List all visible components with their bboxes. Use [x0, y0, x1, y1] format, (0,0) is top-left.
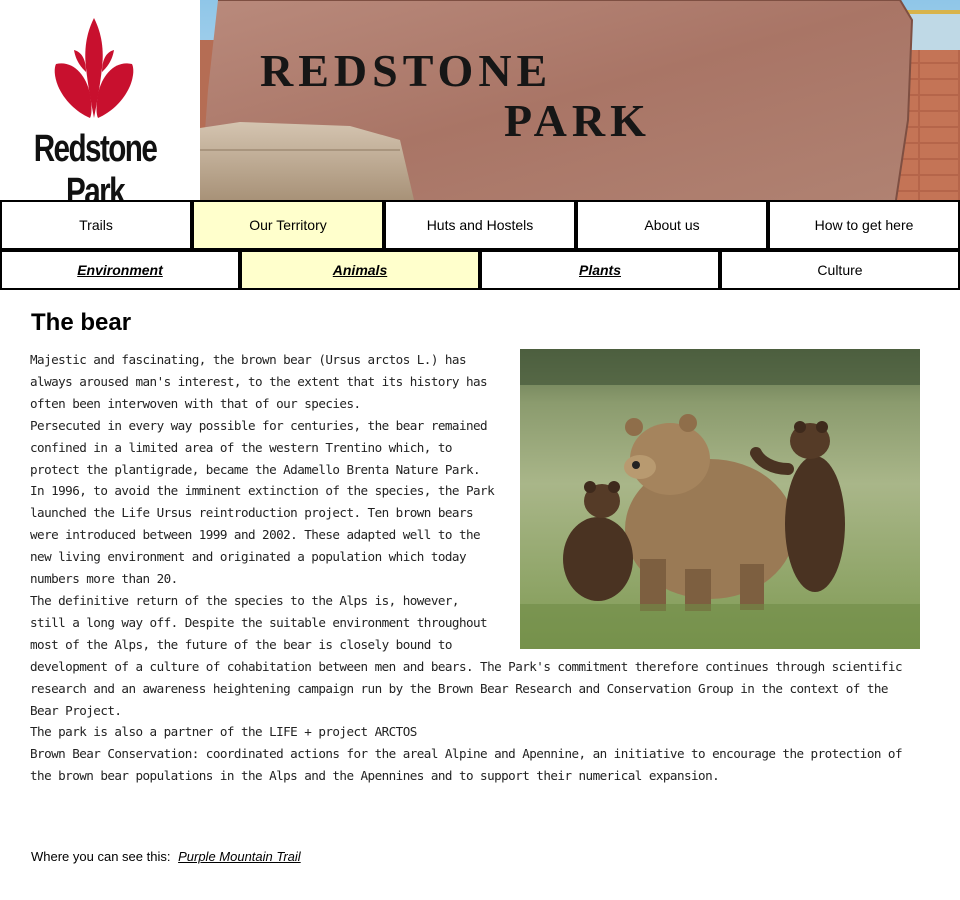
primary-nav: Trails Our Territory Huts and Hostels Ab… — [0, 200, 960, 250]
subnav-item-environment[interactable]: Environment — [0, 250, 240, 290]
subnav-label: Environment — [77, 262, 163, 278]
article-paragraph: Brown Bear Conservation: coordinated act… — [30, 746, 903, 784]
subnav-item-culture[interactable]: Culture — [720, 250, 960, 290]
secondary-nav: Environment Animals Plants Culture — [0, 250, 960, 290]
where-to-see: Where you can see this: Purple Mountain … — [31, 849, 301, 864]
article-paragraph: The park is also a partner of the LIFE +… — [30, 724, 417, 740]
subnav-label: Plants — [578, 262, 621, 278]
nav-item-trails[interactable]: Trails — [0, 200, 192, 250]
logo[interactable]: Redstone Park — [0, 0, 200, 213]
subnav-item-animals[interactable]: Animals — [240, 250, 480, 290]
subnav-item-plants[interactable]: Plants — [480, 250, 720, 290]
nav-label: Our Territory — [249, 217, 327, 233]
subnav-label: Culture — [817, 262, 863, 278]
nav-item-our-territory[interactable]: Our Territory — [192, 200, 384, 250]
nav-label: Huts and Hostels — [426, 217, 534, 233]
nav-label: About us — [644, 217, 700, 233]
site-header: Redstone Park REDSTONE PARK — [0, 0, 960, 213]
nav-item-about-us[interactable]: About us — [576, 200, 768, 250]
nav-label: How to get here — [814, 217, 914, 233]
nav-item-huts-and-hostels[interactable]: Huts and Hostels — [384, 200, 576, 250]
photo-spacer — [498, 349, 910, 644]
where-label: Where you can see this: — [31, 849, 171, 864]
nav-item-how-to-get-here[interactable]: How to get here — [768, 200, 960, 250]
tulip-logo-icon — [54, 18, 134, 118]
nav-label: Trails — [79, 217, 113, 233]
subnav-label: Animals — [332, 262, 388, 278]
banner-text-line1: REDSTONE — [260, 45, 552, 96]
banner-image: REDSTONE PARK — [200, 0, 960, 200]
page-title: The bear — [31, 309, 132, 336]
banner-text-line2: PARK — [504, 95, 651, 146]
trail-link[interactable]: Purple Mountain Trail — [178, 849, 301, 864]
article-body: Majestic and fascinating, the brown bear… — [30, 349, 910, 787]
